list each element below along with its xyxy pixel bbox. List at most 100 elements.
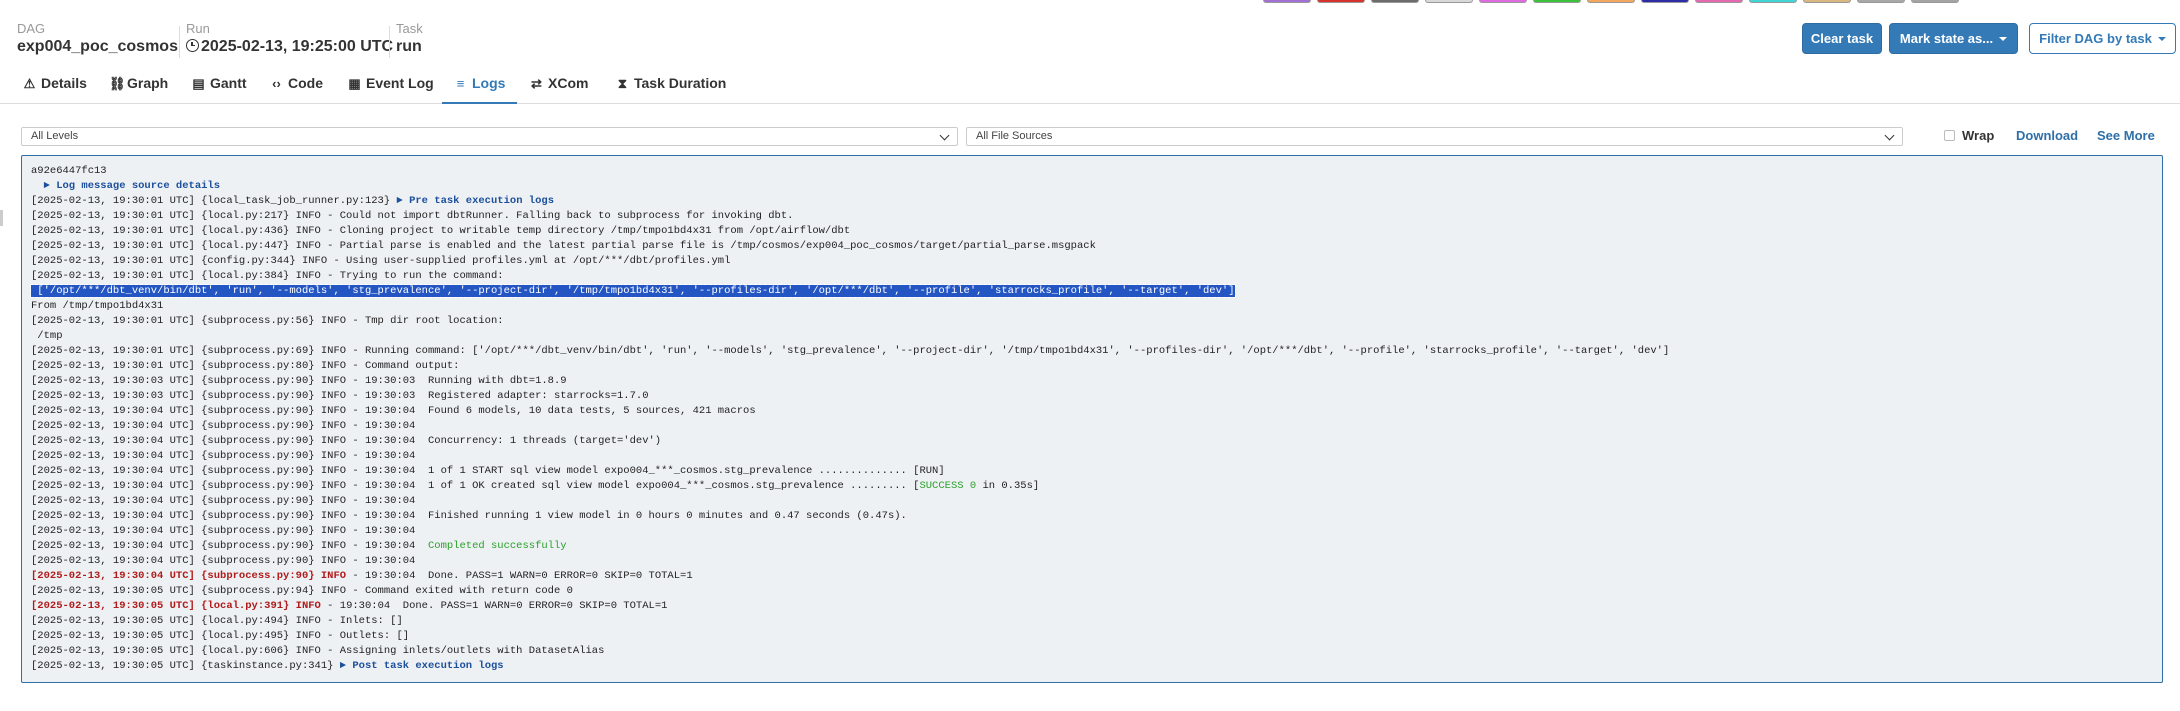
log-group-toggle[interactable]: ► Pre task execution logs — [396, 195, 554, 207]
tab-label: Event Log — [366, 75, 434, 91]
state-legend-swatch[interactable] — [1803, 0, 1851, 3]
state-legend-swatch[interactable] — [1533, 0, 1581, 3]
xcom-icon: ⇄ — [531, 76, 542, 91]
see-more-link[interactable]: See More — [2097, 128, 2155, 143]
log-line: [2025-02-13, 19:30:04 UTC] {subprocess.p… — [22, 404, 2162, 419]
mark-state-label: Mark state as... — [1899, 31, 1994, 46]
download-link[interactable]: Download — [2016, 128, 2078, 143]
tab-task-duration[interactable]: ⧗ Task Duration — [604, 62, 738, 104]
log-text: [2025-02-13, 19:30:04 UTC] {subprocess.p… — [31, 540, 428, 552]
event-log-icon: ▦ — [348, 76, 361, 91]
state-legend-swatch[interactable] — [1479, 0, 1527, 3]
state-legend-swatch[interactable] — [1317, 0, 1365, 3]
tab-code[interactable]: ‹› Code — [258, 62, 335, 104]
clear-task-label: Clear task — [1810, 31, 1874, 46]
run-value[interactable]: 2025-02-13, 19:25:00 UTC — [186, 36, 393, 58]
log-text: [2025-02-13, 19:30:04 UTC] {subprocess.p… — [31, 420, 416, 432]
wrap-checkbox[interactable] — [1944, 130, 1955, 141]
log-line: [2025-02-13, 19:30:05 UTC] {local.py:495… — [22, 629, 2162, 644]
log-line: [2025-02-13, 19:30:04 UTC] {subprocess.p… — [22, 419, 2162, 434]
log-text: [2025-02-13, 19:30:01 UTC] {local.py:217… — [31, 210, 794, 222]
mark-state-button[interactable]: Mark state as... — [1889, 23, 2018, 54]
state-legend-swatch[interactable] — [1857, 0, 1905, 3]
run-info: Run 2025-02-13, 19:25:00 UTC — [186, 22, 393, 58]
state-legend-swatch[interactable] — [1749, 0, 1797, 3]
run-label: Run — [186, 21, 210, 36]
scroll-marker — [0, 210, 3, 226]
clear-task-button[interactable]: Clear task — [1802, 23, 1882, 54]
state-legend-swatch[interactable] — [1425, 0, 1473, 3]
log-text: /tmp — [31, 330, 63, 342]
state-legend-swatch[interactable] — [1911, 0, 1959, 3]
divider — [389, 26, 390, 58]
log-text: [2025-02-13, 19:30:01 UTC] {subprocess.p… — [31, 315, 504, 327]
graph-icon: ⛓ — [109, 76, 126, 91]
log-line: [2025-02-13, 19:30:01 UTC] {local.py:217… — [22, 209, 2162, 224]
log-text: [2025-02-13, 19:30:01 UTC] {local.py:436… — [31, 225, 851, 237]
log-error-prefix: [2025-02-13, 19:30:04 UTC] {subprocess.p… — [31, 570, 347, 582]
chevron-down-icon — [1884, 130, 1895, 141]
log-text: [2025-02-13, 19:30:04 UTC] {subprocess.p… — [31, 495, 416, 507]
logs-icon: ≡ — [456, 76, 465, 91]
tab-label: Details — [41, 75, 87, 91]
tab-label: XCom — [548, 75, 589, 91]
log-line: [2025-02-13, 19:30:05 UTC] {local.py:494… — [22, 614, 2162, 629]
tab-details[interactable]: ⚠ Details — [11, 62, 99, 104]
log-success-text: SUCCESS 0 — [919, 480, 977, 492]
filter-dag-button[interactable]: Filter DAG by task — [2029, 23, 2176, 54]
log-text: [2025-02-13, 19:30:04 UTC] {subprocess.p… — [31, 435, 662, 447]
log-output[interactable]: a92e6447fc13 ► Log message source detail… — [21, 155, 2163, 683]
task-label: Task — [396, 21, 423, 36]
tab-gantt[interactable]: ▤ Gantt — [180, 62, 259, 104]
log-line: [2025-02-13, 19:30:04 UTC] {subprocess.p… — [22, 569, 2162, 584]
log-line: [2025-02-13, 19:30:04 UTC] {subprocess.p… — [22, 479, 2162, 494]
tab-event-log[interactable]: ▦ Event Log — [336, 62, 446, 104]
log-line: [2025-02-13, 19:30:01 UTC] {local.py:384… — [22, 269, 2162, 284]
log-text: [2025-02-13, 19:30:05 UTC] {local.py:494… — [31, 615, 403, 627]
tab-label: Task Duration — [634, 75, 727, 91]
log-group-toggle[interactable]: ► Post task execution logs — [340, 660, 504, 672]
log-line: [2025-02-13, 19:30:04 UTC] {subprocess.p… — [22, 434, 2162, 449]
log-line: [2025-02-13, 19:30:05 UTC] {local.py:606… — [22, 644, 2162, 659]
state-legend-swatch[interactable] — [1371, 0, 1419, 3]
state-legend-swatch[interactable] — [1587, 0, 1635, 3]
tab-graph[interactable]: ⛓Graph — [97, 62, 180, 104]
log-line: /tmp — [22, 329, 2162, 344]
task-nav-tabs: ⚠ Details ⛓Graph ▤ Gantt ‹› Code ▦ Event Log… — [0, 62, 2180, 104]
log-text: [2025-02-13, 19:30:04 UTC] {subprocess.p… — [31, 405, 756, 417]
log-line: [2025-02-13, 19:30:01 UTC] {config.py:34… — [22, 254, 2162, 269]
caret-down-icon — [1999, 37, 2008, 41]
tab-logs[interactable]: ≡ Logs — [442, 62, 518, 104]
state-legend — [1263, 0, 1965, 3]
filter-dag-label: Filter DAG by task — [2039, 31, 2152, 46]
file-source-select[interactable]: All File Sources — [966, 127, 1903, 146]
hourglass-icon: ⧗ — [617, 76, 628, 91]
log-text: - 19:30:04 Done. PASS=1 WARN=0 ERROR=0 S… — [346, 570, 693, 582]
log-error-prefix: [2025-02-13, 19:30:05 UTC] {local.py:391… — [31, 600, 321, 612]
log-text: [2025-02-13, 19:30:01 UTC] {local.py:447… — [31, 240, 1096, 252]
log-line: [2025-02-13, 19:30:04 UTC] {subprocess.p… — [22, 524, 2162, 539]
state-legend-swatch[interactable] — [1695, 0, 1743, 3]
log-text: [2025-02-13, 19:30:01 UTC] {subprocess.p… — [31, 345, 1670, 357]
tab-xcom[interactable]: ⇄ XCom — [518, 62, 600, 104]
clock-icon — [186, 39, 199, 52]
log-line: [2025-02-13, 19:30:01 UTC] {subprocess.p… — [22, 359, 2162, 374]
log-level-select[interactable]: All Levels — [21, 127, 958, 146]
log-selected-text: ['/opt/***/dbt_venv/bin/dbt', 'run', '--… — [30, 284, 1236, 298]
state-legend-swatch[interactable] — [1263, 0, 1311, 3]
wrap-label[interactable]: Wrap — [1962, 128, 1994, 143]
log-text: [2025-02-13, 19:30:05 UTC] {subprocess.p… — [31, 585, 573, 597]
log-line: [2025-02-13, 19:30:04 UTC] {subprocess.p… — [22, 509, 2162, 524]
log-text: [2025-02-13, 19:30:01 UTC] {subprocess.p… — [31, 360, 460, 372]
log-line: ► Log message source details — [22, 179, 2162, 194]
log-line: [2025-02-13, 19:30:03 UTC] {subprocess.p… — [22, 374, 2162, 389]
log-line: [2025-02-13, 19:30:04 UTC] {subprocess.p… — [22, 494, 2162, 509]
tab-label: Logs — [472, 75, 506, 91]
log-text: [2025-02-13, 19:30:01 UTC] {local.py:384… — [31, 270, 504, 282]
log-text: [2025-02-13, 19:30:04 UTC] {subprocess.p… — [31, 555, 416, 567]
dag-id[interactable]: exp004_poc_cosmos — [17, 36, 178, 58]
log-source-details-toggle[interactable]: ► Log message source details — [31, 180, 220, 192]
task-value[interactable]: run — [396, 36, 423, 58]
log-text: From /tmp/tmpo1bd4x31 — [31, 300, 164, 312]
state-legend-swatch[interactable] — [1641, 0, 1689, 3]
